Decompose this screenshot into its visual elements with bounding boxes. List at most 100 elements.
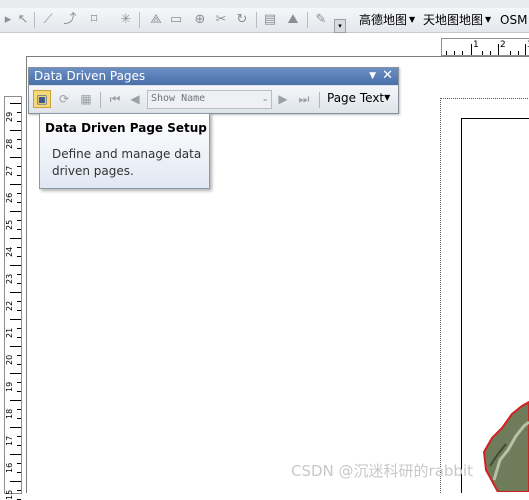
ruler-tick [17, 391, 21, 392]
toolbar-separator [100, 92, 101, 108]
select-arrow-icon[interactable]: ▸ [0, 12, 16, 28]
ruler-tick [498, 44, 499, 55]
ruler-tick [446, 51, 447, 55]
ruler-label: 16 [5, 462, 14, 473]
page-list-icon[interactable]: ▦ [77, 90, 95, 108]
ruler-tick [462, 51, 463, 55]
ruler-tick [10, 130, 21, 131]
toolbar-separator [139, 12, 140, 28]
tooltip: Data Driven Page Setup Define and manage… [39, 113, 210, 189]
ruler-tick [10, 481, 21, 482]
ruler-label: 23 [5, 273, 14, 284]
ruler-label: 22 [5, 300, 14, 311]
ruler-tick [17, 247, 21, 248]
ruler-label: 26 [5, 192, 14, 203]
rotate-tool-icon[interactable]: ↻ [234, 12, 250, 28]
ruler-tick [17, 283, 21, 284]
ruler-tick [10, 346, 21, 347]
pointer-icon[interactable]: ↖ [15, 12, 31, 28]
ruler-tick [17, 382, 21, 383]
ruler-label: 17 [5, 435, 14, 446]
ruler-label: 20 [5, 354, 14, 365]
ruler-tick [10, 238, 21, 239]
ruler-tick [17, 337, 21, 338]
toolbar-titlebar[interactable]: Data Driven Pages ▼ ✕ [29, 68, 398, 85]
toolbar-title: Data Driven Pages [34, 69, 146, 83]
ruler-label: 25 [5, 219, 14, 230]
ruler-tick [17, 193, 21, 194]
ruler-tick [17, 445, 21, 446]
chevron-down-icon[interactable]: ⌄ [261, 92, 269, 106]
ruler-tick [10, 211, 21, 212]
refresh-pages-icon[interactable]: ⟳ [55, 90, 73, 108]
ruler-tick [17, 409, 21, 410]
dropdown-arrow-icon: ▼ [384, 93, 391, 102]
ruler-label: 21 [5, 327, 14, 338]
watermark: CSDN @沉迷科研的rabbit [291, 462, 473, 480]
ruler-tick [17, 463, 21, 464]
ruler-tick [454, 51, 455, 55]
ruler-tick [17, 418, 21, 419]
osm-menu[interactable]: OSM [500, 13, 527, 27]
osm-label: OSM [500, 13, 528, 27]
last-page-icon[interactable]: ⏭ [295, 90, 313, 108]
vertical-ruler: 29 28 27 26 25 24 23 22 21 20 19 18 17 16 15 [4, 96, 22, 500]
ruler-label: 28 [5, 138, 14, 149]
polygon-tool-icon[interactable]: ⌑ [86, 12, 102, 28]
map-image-icon[interactable]: ⛰ [285, 12, 301, 28]
line-tool-icon[interactable]: ⟋ [40, 12, 56, 28]
ruler-tick [17, 166, 21, 167]
ruler-tick [17, 220, 21, 221]
toolbar-menu-icon[interactable]: ▼ [369, 71, 376, 82]
cut-tool-icon[interactable]: ✂ [213, 12, 229, 28]
ruler-tick [17, 229, 21, 230]
ruler-tick [17, 139, 21, 140]
toolbar-body: ▣ ⟳ ▦ ⏮ ◀ Show Name ⌄ ▶ ⏭ Page Text▼ [29, 86, 398, 113]
first-page-icon[interactable]: ⏮ [106, 90, 124, 108]
ruler-tick [510, 51, 511, 55]
curve-tool-icon[interactable]: ⤴ [62, 12, 78, 28]
ruler-label: 1 [473, 40, 479, 50]
page-setup-button[interactable]: ▣ [33, 90, 51, 108]
horizontal-ruler: 1 2 3 [441, 38, 529, 56]
ruler-tick [17, 472, 21, 473]
ruler-tick [10, 400, 21, 401]
data-driven-pages-toolbar: Data Driven Pages ▼ ✕ ▣ ⟳ ▦ ⏮ ◀ Show Nam… [28, 67, 399, 114]
page-text-menu[interactable]: Page Text▼ [327, 91, 390, 105]
main-toolbar: ▸ ↖ ⟋ ⤴ ⌑ ✳ ⟁ ▭ ⊕ ✂ ↻ ▤ ⛰ ✎ ▾ 高德地图 ▼ 天地图地… [0, 8, 529, 33]
ruler-tick [10, 265, 21, 266]
ruler-label: 27 [5, 165, 14, 176]
page-text-label: Page Text [327, 91, 385, 105]
ruler-tick [10, 292, 21, 293]
vertex-tool-icon[interactable]: ✳ [118, 12, 134, 28]
ruler-tick [17, 256, 21, 257]
ruler-tick [10, 103, 21, 104]
ruler-tick [518, 51, 519, 55]
ruler-tick [10, 184, 21, 185]
ruler-tick [17, 436, 21, 437]
ruler-tick [17, 121, 21, 122]
toolbar-overflow-button[interactable]: ▾ [334, 19, 346, 33]
previous-page-icon[interactable]: ◀ [126, 90, 144, 108]
ruler-label: 2 [500, 40, 506, 50]
ruler-tick [471, 44, 472, 55]
next-page-icon[interactable]: ▶ [274, 90, 292, 108]
ruler-tick [17, 301, 21, 302]
reshape-icon[interactable]: ⟁ [148, 12, 164, 28]
toolbar-separator [34, 12, 35, 28]
close-icon[interactable]: ✕ [382, 69, 393, 83]
toolbar-separator [256, 12, 257, 28]
ruler-tick [10, 427, 21, 428]
map-feature [482, 400, 529, 492]
sketch-properties-icon[interactable]: ✎ [313, 12, 329, 28]
ruler-tick [17, 112, 21, 113]
gaode-map-menu[interactable]: 高德地图 ▼ [359, 13, 415, 27]
tianditu-map-menu[interactable]: 天地图地图 ▼ [423, 13, 491, 27]
ruler-tick [10, 373, 21, 374]
ruler-label: 19 [5, 381, 14, 392]
page-name-combobox[interactable]: Show Name ⌄ [147, 90, 272, 109]
split-tool-icon[interactable]: ⊕ [192, 12, 208, 28]
rectangle-tool-icon[interactable]: ▭ [168, 12, 184, 28]
ruler-tick [17, 148, 21, 149]
table-tool-icon[interactable]: ▤ [262, 12, 278, 28]
